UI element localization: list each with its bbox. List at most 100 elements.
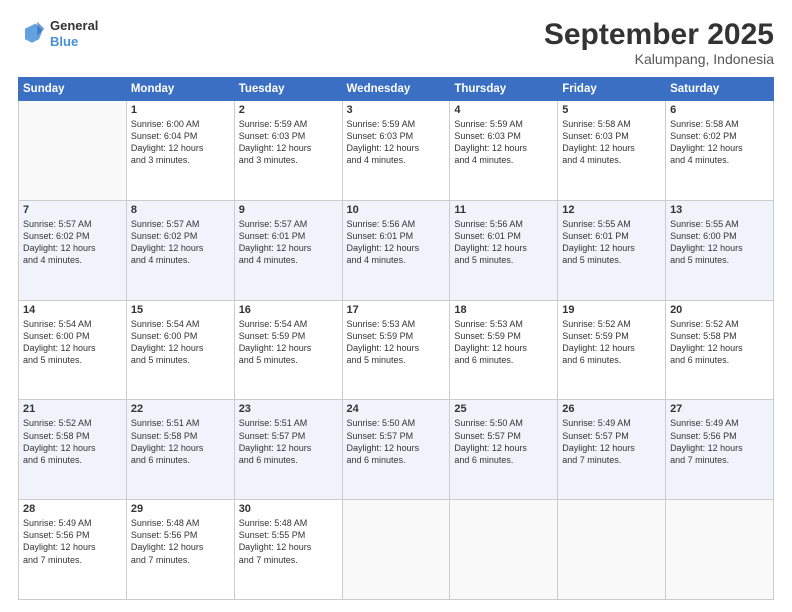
- col-saturday: Saturday: [666, 78, 774, 101]
- day-info: Sunrise: 5:49 AM Sunset: 5:56 PM Dayligh…: [670, 417, 769, 466]
- day-info: Sunrise: 5:49 AM Sunset: 5:57 PM Dayligh…: [562, 417, 661, 466]
- day-info: Sunrise: 5:50 AM Sunset: 5:57 PM Dayligh…: [454, 417, 553, 466]
- day-number: 2: [239, 104, 338, 116]
- table-row: [19, 101, 127, 201]
- day-info: Sunrise: 5:49 AM Sunset: 5:56 PM Dayligh…: [23, 517, 122, 566]
- calendar-week-row: 1 Sunrise: 6:00 AM Sunset: 6:04 PM Daylig…: [19, 101, 774, 201]
- day-info: Sunrise: 5:51 AM Sunset: 5:58 PM Dayligh…: [131, 417, 230, 466]
- table-row: 19 Sunrise: 5:52 AM Sunset: 5:59 PM Dayli…: [558, 300, 666, 400]
- day-number: 19: [562, 304, 661, 316]
- table-row: 10 Sunrise: 5:56 AM Sunset: 6:01 PM Dayli…: [342, 200, 450, 300]
- day-number: 7: [23, 204, 122, 216]
- month-title: September 2025: [544, 18, 774, 51]
- table-row: 22 Sunrise: 5:51 AM Sunset: 5:58 PM Dayli…: [126, 400, 234, 500]
- location-title: Kalumpang, Indonesia: [544, 51, 774, 67]
- col-wednesday: Wednesday: [342, 78, 450, 101]
- logo: General Blue: [18, 18, 98, 49]
- table-row: 16 Sunrise: 5:54 AM Sunset: 5:59 PM Dayli…: [234, 300, 342, 400]
- calendar-week-row: 14 Sunrise: 5:54 AM Sunset: 6:00 PM Dayli…: [19, 300, 774, 400]
- day-info: Sunrise: 5:59 AM Sunset: 6:03 PM Dayligh…: [347, 118, 446, 167]
- day-info: Sunrise: 5:58 AM Sunset: 6:02 PM Dayligh…: [670, 118, 769, 167]
- page: General Blue September 2025 Kalumpang, I…: [0, 0, 792, 612]
- table-row: 21 Sunrise: 5:52 AM Sunset: 5:58 PM Dayli…: [19, 400, 127, 500]
- table-row: 30Sunrise: 5:48 AM Sunset: 5:55 PM Dayli…: [234, 500, 342, 600]
- day-number: 13: [670, 204, 769, 216]
- day-info: Sunrise: 5:57 AM Sunset: 6:02 PM Dayligh…: [131, 218, 230, 267]
- day-number: 18: [454, 304, 553, 316]
- logo-line1: General: [50, 18, 98, 34]
- day-info: Sunrise: 5:58 AM Sunset: 6:03 PM Dayligh…: [562, 118, 661, 167]
- logo-line2: Blue: [50, 34, 98, 50]
- day-number: 26: [562, 403, 661, 415]
- day-info: Sunrise: 5:57 AM Sunset: 6:01 PM Dayligh…: [239, 218, 338, 267]
- table-row: 14 Sunrise: 5:54 AM Sunset: 6:00 PM Dayli…: [19, 300, 127, 400]
- table-row: 4 Sunrise: 5:59 AM Sunset: 6:03 PM Daylig…: [450, 101, 558, 201]
- table-row: 20Sunrise: 5:52 AM Sunset: 5:58 PM Dayli…: [666, 300, 774, 400]
- day-info: Sunrise: 6:00 AM Sunset: 6:04 PM Dayligh…: [131, 118, 230, 167]
- table-row: [450, 500, 558, 600]
- table-row: [342, 500, 450, 600]
- title-block: September 2025 Kalumpang, Indonesia: [544, 18, 774, 67]
- day-number: 22: [131, 403, 230, 415]
- day-number: 4: [454, 104, 553, 116]
- logo-icon: [18, 20, 46, 48]
- table-row: 7Sunrise: 5:57 AM Sunset: 6:02 PM Daylig…: [19, 200, 127, 300]
- table-row: 24 Sunrise: 5:50 AM Sunset: 5:57 PM Dayli…: [342, 400, 450, 500]
- col-tuesday: Tuesday: [234, 78, 342, 101]
- table-row: 26 Sunrise: 5:49 AM Sunset: 5:57 PM Dayli…: [558, 400, 666, 500]
- table-row: 1 Sunrise: 6:00 AM Sunset: 6:04 PM Daylig…: [126, 101, 234, 201]
- day-number: 9: [239, 204, 338, 216]
- day-number: 6: [670, 104, 769, 116]
- table-row: 13 Sunrise: 5:55 AM Sunset: 6:00 PM Dayli…: [666, 200, 774, 300]
- day-number: 8: [131, 204, 230, 216]
- day-info: Sunrise: 5:50 AM Sunset: 5:57 PM Dayligh…: [347, 417, 446, 466]
- day-number: 24: [347, 403, 446, 415]
- day-info: Sunrise: 5:56 AM Sunset: 6:01 PM Dayligh…: [347, 218, 446, 267]
- day-number: 28: [23, 503, 122, 515]
- table-row: 29Sunrise: 5:48 AM Sunset: 5:56 PM Dayli…: [126, 500, 234, 600]
- calendar-week-row: 21 Sunrise: 5:52 AM Sunset: 5:58 PM Dayli…: [19, 400, 774, 500]
- day-info: Sunrise: 5:54 AM Sunset: 6:00 PM Dayligh…: [131, 318, 230, 367]
- day-info: Sunrise: 5:52 AM Sunset: 5:59 PM Dayligh…: [562, 318, 661, 367]
- day-number: 12: [562, 204, 661, 216]
- day-info: Sunrise: 5:54 AM Sunset: 6:00 PM Dayligh…: [23, 318, 122, 367]
- col-monday: Monday: [126, 78, 234, 101]
- day-info: Sunrise: 5:54 AM Sunset: 5:59 PM Dayligh…: [239, 318, 338, 367]
- table-row: 18 Sunrise: 5:53 AM Sunset: 5:59 PM Dayli…: [450, 300, 558, 400]
- day-info: Sunrise: 5:55 AM Sunset: 6:00 PM Dayligh…: [670, 218, 769, 267]
- header: General Blue September 2025 Kalumpang, I…: [18, 18, 774, 67]
- calendar-week-row: 7 Sunrise: 5:57 AM Sunset: 6:02 PM Daylig…: [19, 200, 774, 300]
- day-number: 5: [562, 104, 661, 116]
- day-info: Sunrise: 5:52 AM Sunset: 5:58 PM Dayligh…: [23, 417, 122, 466]
- table-row: 27Sunrise: 5:49 AM Sunset: 5:56 PM Dayli…: [666, 400, 774, 500]
- table-row: [558, 500, 666, 600]
- day-number: 15: [131, 304, 230, 316]
- table-row: 25 Sunrise: 5:50 AM Sunset: 5:57 PM Dayli…: [450, 400, 558, 500]
- day-number: 16: [239, 304, 338, 316]
- day-number: 25: [454, 403, 553, 415]
- day-info: Sunrise: 5:59 AM Sunset: 6:03 PM Dayligh…: [454, 118, 553, 167]
- calendar-week-row: 28 Sunrise: 5:49 AM Sunset: 5:56 PM Dayli…: [19, 500, 774, 600]
- table-row: 11 Sunrise: 5:56 AM Sunset: 6:01 PM Dayli…: [450, 200, 558, 300]
- day-info: Sunrise: 5:51 AM Sunset: 5:57 PM Dayligh…: [239, 417, 338, 466]
- day-number: 17: [347, 304, 446, 316]
- day-info: Sunrise: 5:53 AM Sunset: 5:59 PM Dayligh…: [347, 318, 446, 367]
- table-row: 3Sunrise: 5:59 AM Sunset: 6:03 PM Daylig…: [342, 101, 450, 201]
- day-number: 30: [239, 503, 338, 515]
- calendar-table: Sunday Monday Tuesday Wednesday Thursday…: [18, 77, 774, 600]
- day-number: 23: [239, 403, 338, 415]
- day-number: 1: [131, 104, 230, 116]
- table-row: 17 Sunrise: 5:53 AM Sunset: 5:59 PM Dayli…: [342, 300, 450, 400]
- day-number: 11: [454, 204, 553, 216]
- table-row: 15 Sunrise: 5:54 AM Sunset: 6:00 PM Dayli…: [126, 300, 234, 400]
- day-number: 21: [23, 403, 122, 415]
- day-number: 14: [23, 304, 122, 316]
- day-number: 20: [670, 304, 769, 316]
- col-sunday: Sunday: [19, 78, 127, 101]
- day-number: 10: [347, 204, 446, 216]
- table-row: 2Sunrise: 5:59 AM Sunset: 6:03 PM Daylig…: [234, 101, 342, 201]
- col-friday: Friday: [558, 78, 666, 101]
- table-row: 5 Sunrise: 5:58 AM Sunset: 6:03 PM Daylig…: [558, 101, 666, 201]
- day-info: Sunrise: 5:56 AM Sunset: 6:01 PM Dayligh…: [454, 218, 553, 267]
- day-info: Sunrise: 5:53 AM Sunset: 5:59 PM Dayligh…: [454, 318, 553, 367]
